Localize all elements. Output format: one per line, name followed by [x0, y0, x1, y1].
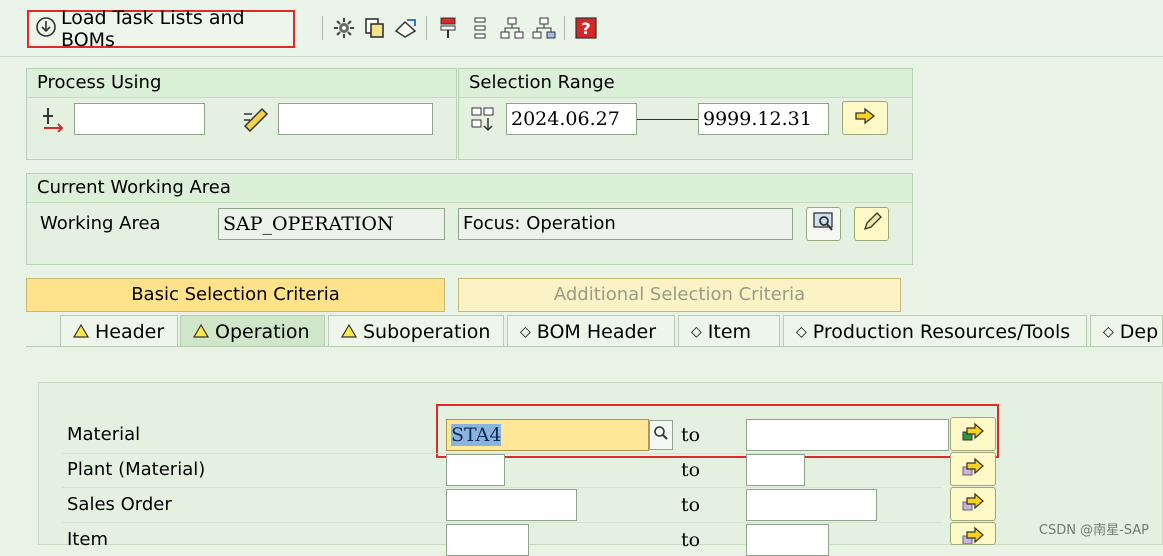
- valid-from-date-field[interactable]: 2024.06.27: [506, 103, 637, 135]
- additional-selection-criteria-button[interactable]: Additional Selection Criteria: [458, 278, 901, 312]
- tab-operation[interactable]: Operation: [180, 315, 325, 347]
- watermark: CSDN @南星-SAP: [1038, 523, 1149, 538]
- row-divider: [62, 487, 942, 488]
- help-icon[interactable]: ?: [572, 14, 600, 42]
- diamond-icon: ◇: [520, 323, 531, 340]
- load-task-lists-button[interactable]: Load Task Lists and BOMs: [27, 7, 295, 51]
- warning-triangle-icon: [192, 321, 210, 343]
- tab-bom-header-label: BOM Header: [536, 320, 657, 343]
- material-to-field[interactable]: [746, 419, 949, 451]
- tab-dependencies[interactable]: ◇ Dep: [1090, 315, 1163, 347]
- sales-order-to-field[interactable]: [746, 489, 877, 521]
- diamond-icon: ◇: [1103, 323, 1114, 340]
- execute-icon: [35, 16, 57, 43]
- revision-level-icon: [242, 106, 270, 137]
- settings-icon[interactable]: [330, 14, 358, 42]
- tab-suboperation-label: Suboperation: [363, 320, 491, 343]
- toolbar-separator: [426, 16, 427, 40]
- process-using-title: Process Using: [27, 69, 456, 98]
- plant-to-label: to: [681, 459, 701, 481]
- display-working-area-button[interactable]: [806, 207, 841, 241]
- tab-header-label: Header: [95, 320, 165, 343]
- search-icon: [653, 425, 669, 446]
- selection-range-title: Selection Range: [459, 69, 912, 98]
- change-number-field[interactable]: [74, 103, 205, 135]
- item-to-field[interactable]: [746, 524, 829, 556]
- plant-label: Plant (Material): [67, 459, 206, 480]
- column-icon[interactable]: [434, 14, 462, 42]
- material-from-field[interactable]: STA4: [446, 419, 649, 451]
- hierarchy-icon[interactable]: [498, 14, 526, 42]
- tab-dep-label: Dep: [1119, 320, 1159, 343]
- hierarchy-alt-icon[interactable]: [530, 14, 558, 42]
- multiple-selection-icon: [961, 526, 985, 544]
- tab-operation-label: Operation: [215, 320, 310, 343]
- multiple-selection-icon: [961, 457, 985, 482]
- sales-order-to-label: to: [681, 494, 701, 516]
- tree-icon[interactable]: [466, 14, 494, 42]
- warning-triangle-icon: [340, 321, 358, 343]
- diamond-icon: ◇: [796, 323, 807, 340]
- working-area-label: Working Area: [40, 213, 161, 234]
- valid-to-date-field[interactable]: 9999.12.31: [698, 103, 829, 135]
- range-connector-line: [637, 119, 698, 120]
- plant-from-field[interactable]: [446, 454, 505, 486]
- multiple-selection-green-icon: [961, 422, 985, 447]
- tab-production-resources-tools[interactable]: ◇ Production Resources/Tools: [783, 315, 1087, 347]
- multiple-selection-icon: [961, 492, 985, 517]
- tab-item-label: Item: [707, 320, 752, 343]
- diamond-icon: ◇: [691, 323, 702, 340]
- apply-range-button[interactable]: [842, 101, 888, 135]
- revision-level-field[interactable]: [278, 103, 433, 135]
- refresh-icon[interactable]: [392, 14, 420, 42]
- material-to-label: to: [681, 424, 701, 446]
- sales-order-multiple-selection-button[interactable]: [950, 487, 996, 521]
- item-multiple-selection-button[interactable]: [950, 522, 996, 545]
- toolbar-separator: [322, 16, 323, 40]
- change-number-icon: [40, 106, 66, 137]
- working-area-field[interactable]: SAP_OPERATION: [218, 208, 445, 240]
- sales-order-from-field[interactable]: [446, 489, 577, 521]
- item-from-field[interactable]: [446, 524, 529, 556]
- item-label: Item: [67, 529, 108, 550]
- item-to-label: to: [681, 529, 701, 551]
- focus-field: Focus: Operation: [458, 208, 793, 240]
- sales-order-label: Sales Order: [67, 494, 172, 515]
- working-area-title: Current Working Area: [27, 174, 912, 203]
- date-range-icon: [470, 106, 496, 137]
- arrow-right-icon: [854, 107, 876, 130]
- row-divider: [62, 522, 942, 523]
- material-multiple-selection-button[interactable]: [950, 417, 996, 451]
- tab-item[interactable]: ◇ Item: [678, 315, 780, 347]
- tab-prt-label: Production Resources/Tools: [812, 320, 1071, 343]
- tab-suboperation[interactable]: Suboperation: [328, 315, 504, 347]
- plant-to-field[interactable]: [746, 454, 805, 486]
- material-label: Material: [67, 424, 141, 445]
- edit-working-area-button[interactable]: [854, 207, 889, 241]
- pencil-icon: [861, 211, 883, 238]
- plant-multiple-selection-button[interactable]: [950, 452, 996, 486]
- magnify-screen-icon: [812, 211, 836, 238]
- material-from-value: STA4: [451, 424, 502, 446]
- basic-selection-criteria-button[interactable]: Basic Selection Criteria: [26, 278, 445, 312]
- load-task-lists-label: Load Task Lists and BOMs: [61, 7, 245, 51]
- toolbar-separator: [564, 16, 565, 40]
- tabstrip-border: [26, 346, 1163, 347]
- svg-text:?: ?: [581, 19, 590, 38]
- material-search-help-button[interactable]: [649, 420, 673, 450]
- warning-triangle-icon: [72, 321, 90, 343]
- tab-bom-header[interactable]: ◇ BOM Header: [507, 315, 675, 347]
- tab-header[interactable]: Header: [60, 315, 178, 347]
- copy-icon[interactable]: [360, 14, 388, 42]
